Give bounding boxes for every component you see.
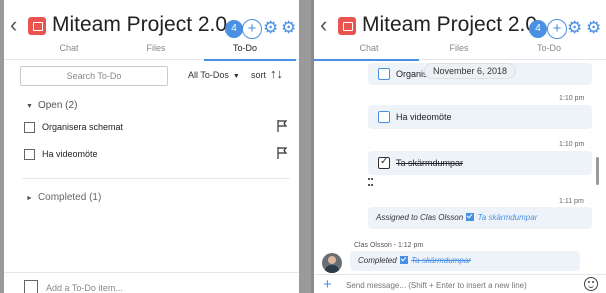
plus-icon[interactable]: + (323, 277, 332, 292)
gear-icon[interactable]: ⚙ (586, 18, 601, 38)
todo-screen: ‹ Miteam Project 2.0 4 + ⚙ ⚙ Chat Files … (4, 0, 299, 293)
drag-handle-icon[interactable] (368, 178, 371, 186)
chevron-down-icon: ▼ (26, 103, 33, 110)
todo-label[interactable]: Organisera schemat (42, 122, 123, 132)
timestamp: 1:10 pm (559, 141, 585, 148)
checkbox-icon (466, 213, 475, 221)
composer: + (314, 274, 606, 293)
sender-label: Clas Olsson - 1:12 pm (354, 242, 424, 249)
todo-checkbox-checked[interactable] (378, 156, 390, 169)
chevron-right-icon: ► (26, 195, 33, 202)
emoji-icon[interactable] (584, 277, 598, 291)
todo-label: Ha videomöte (396, 112, 452, 122)
add-todo-input[interactable]: Add a To-Do item... (46, 283, 123, 293)
tab-bar: Chat Files To-Do (4, 40, 299, 61)
sort-label[interactable]: sort (251, 70, 266, 80)
chat-messages[interactable]: Organise November 6, 2018 1:10 pm Ha vid… (314, 61, 606, 273)
filter-label: All To-Dos (188, 70, 229, 80)
add-todo-checkbox (24, 280, 38, 293)
todo-link[interactable]: Ta skärmdumpar (411, 256, 471, 265)
tab-files[interactable]: Files (111, 43, 201, 53)
checkbox-icon (399, 256, 408, 264)
flag-icon[interactable] (276, 147, 288, 159)
active-tab-indicator (204, 59, 296, 61)
page-title: Miteam Project 2.0 (52, 13, 228, 36)
header: ‹ Miteam Project 2.0 4 + ⚙ ⚙ Chat Files … (4, 0, 299, 61)
search-input[interactable]: Search To-Do (20, 66, 168, 86)
scrollbar[interactable] (596, 157, 599, 185)
todo-item: Organisera schemat (4, 119, 299, 141)
gear-icon[interactable]: ⚙ (281, 18, 296, 38)
tab-chat[interactable]: Chat (24, 43, 114, 53)
add-member-icon[interactable]: + (547, 19, 567, 39)
system-prefix: Completed (358, 256, 397, 265)
todo-label[interactable]: Ha videomöte (42, 149, 98, 159)
flag-icon[interactable] (276, 120, 288, 132)
system-message: Assigned to Clas Olsson Ta skärmdumpar (368, 207, 592, 229)
completed-section-header[interactable]: ► Completed (1) (26, 192, 101, 203)
chat-screen: ‹ Miteam Project 2.0 4 + ⚙ ⚙ Chat Files … (311, 0, 606, 293)
completed-section-label: Completed (1) (37, 192, 102, 203)
settings-icon[interactable]: ⚙ (567, 18, 582, 38)
header: ‹ Miteam Project 2.0 4 + ⚙ ⚙ Chat Files … (314, 0, 606, 61)
tab-bar: Chat Files To-Do (314, 40, 606, 61)
todo-item: Ha videomöte (4, 146, 299, 168)
date-separator: November 6, 2018 (424, 63, 517, 79)
member-count-badge[interactable]: 4 (225, 20, 243, 38)
todo-message[interactable]: Ha videomöte (368, 105, 592, 129)
divider (22, 178, 290, 179)
avatar[interactable] (322, 253, 342, 273)
back-icon[interactable]: ‹ (320, 14, 327, 36)
todo-checkbox[interactable] (24, 149, 35, 160)
app-logo-icon (28, 17, 46, 35)
sort-icon[interactable]: ↑↓ (270, 66, 283, 81)
todo-link[interactable]: Ta skärmdumpar (478, 213, 538, 222)
system-prefix: Assigned to Clas Olsson (376, 213, 464, 222)
back-icon[interactable]: ‹ (10, 14, 17, 36)
tab-todo[interactable]: To-Do (200, 43, 290, 53)
todo-checkbox[interactable] (378, 68, 390, 80)
add-member-icon[interactable]: + (242, 19, 262, 39)
settings-icon[interactable]: ⚙ (263, 18, 278, 38)
todo-message[interactable]: Ta skärmdumpar (368, 151, 592, 175)
system-message-text: Completed Ta skärmdumpar (358, 256, 471, 265)
add-todo-bar: Add a To-Do item... (4, 272, 299, 293)
app-logo-icon (338, 17, 356, 35)
timestamp: 1:11 pm (559, 198, 584, 205)
system-message: Completed Ta skärmdumpar (350, 251, 580, 271)
tab-files[interactable]: Files (414, 43, 504, 53)
todo-label: Ta skärmdumpar (396, 158, 464, 168)
timestamp: 1:10 pm (559, 95, 585, 102)
chevron-down-icon: ▼ (232, 73, 240, 80)
open-section-label: Open (2) (37, 100, 78, 111)
tab-todo[interactable]: To-Do (504, 43, 594, 53)
open-section-header[interactable]: ▼ Open (2) (26, 100, 77, 111)
filter-dropdown[interactable]: All To-Dos ▼ (188, 70, 240, 80)
todo-checkbox[interactable] (378, 111, 390, 123)
page-title: Miteam Project 2.0 (362, 13, 538, 36)
system-message-text: Assigned to Clas Olsson Ta skärmdumpar (376, 213, 537, 222)
message-input[interactable] (346, 281, 566, 290)
member-count-badge[interactable]: 4 (529, 20, 547, 38)
todo-checkbox[interactable] (24, 122, 35, 133)
tab-chat[interactable]: Chat (324, 43, 414, 53)
